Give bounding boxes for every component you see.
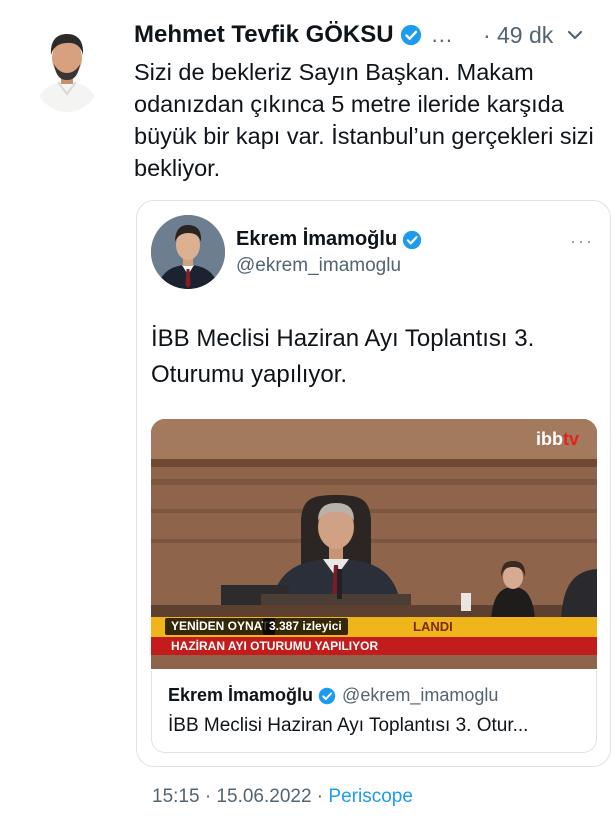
author-avatar[interactable] [30,22,104,112]
quoted-author-row: Ekrem İmamoğlu [236,228,422,251]
quoted-tweet-text: İBB Meclisi Haziran Ayı Toplantısı 3. Ot… [151,325,535,388]
quoted-author-name[interactable]: Ekrem İmamoğlu [236,228,397,251]
quoted-avatar-image [151,215,225,289]
tweet-time[interactable]: · 49 dk [483,22,553,49]
author-avatar-image [30,22,104,112]
ibb-logo-text: ibb [535,429,563,449]
quoted-avatar[interactable] [151,215,225,289]
link-card-author-row: Ekrem İmamoğlu @ekrem_imamoglu [168,685,498,706]
tweet-text: Sizi de bekleriz Sayın Başkan. Makam oda… [134,59,594,181]
tweet-header: Mehmet Tevfik GÖKSU ... · 49 dk [134,20,602,50]
verified-badge-icon [400,24,422,46]
author-name[interactable]: Mehmet Tevfik GÖKSU [134,21,394,49]
quoted-timestamp[interactable]: 15:15 · 15.06.2022 · [152,786,328,807]
verified-badge-icon [318,687,336,705]
chevron-down-icon[interactable] [567,29,583,41]
link-card-author-name: Ekrem İmamoğlu [168,685,314,705]
ibb-logo-suffix: tv [562,429,579,449]
link-card-author-handle: @ekrem_imamoglu [342,685,499,705]
video-thumbnail[interactable]: ibbtv LANDI YENİDEN OYNAT 3.387 izleyici… [151,419,597,669]
viewer-count: 3.387 izleyici [263,618,348,635]
quoted-tweet-card[interactable]: Ekrem İmamoğlu @ekrem_imamoglu ··· İBB M… [136,200,611,767]
author-more-indicator: ... [431,22,453,47]
ibb-tv-logo: ibbtv [536,429,579,450]
replay-label[interactable]: YENİDEN OYNAT [165,618,275,635]
quoted-author-handle[interactable]: @ekrem_imamoglu [236,255,401,277]
more-options-icon[interactable]: ··· [570,231,594,252]
banner-fragment-text: LANDI [413,619,453,634]
verified-badge-icon [402,230,422,250]
lower-third-text: HAZİRAN AYI OTURUMU YAPILIYOR [171,639,379,653]
broadcast-lower-third: LANDI YENİDEN OYNAT 3.387 izleyici HAZİR… [151,617,597,655]
broadcast-link-card[interactable]: Ekrem İmamoğlu @ekrem_imamoglu İBB Mecli… [151,671,597,753]
quoted-tweet-footer: 15:15 · 15.06.2022 · Periscope [152,786,413,808]
link-card-title: İBB Meclisi Haziran Ayı Toplantısı 3. Ot… [168,715,529,736]
source-link[interactable]: Periscope [328,786,413,807]
